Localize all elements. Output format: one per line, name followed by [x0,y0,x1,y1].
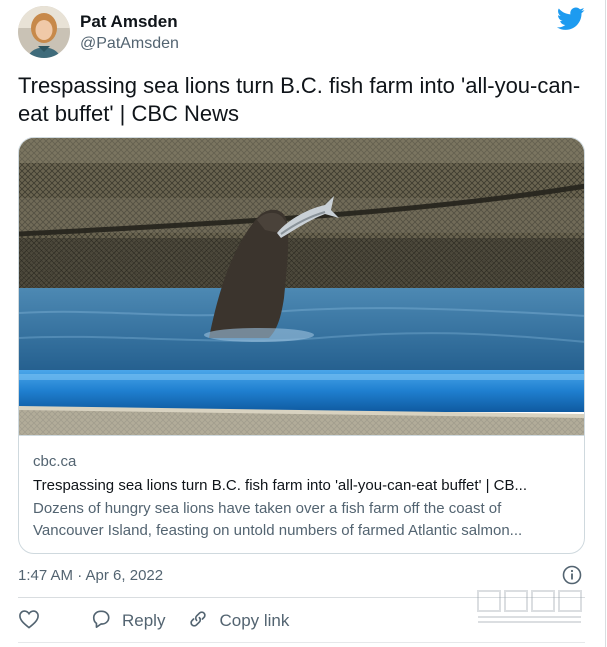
action-bar: Reply Copy link [18,608,311,634]
tweet-card: Pat Amsden @PatAmsden Trespassing sea li… [0,0,606,647]
tweet-text: Trespassing sea lions turn B.C. fish far… [18,73,581,126]
avatar[interactable] [18,6,70,58]
copy-link-label: Copy link [219,611,290,630]
like-button[interactable] [18,609,40,634]
speech-bubble-icon [90,609,122,634]
author-handle[interactable]: @PatAmsden [80,35,179,53]
link-domain: cbc.ca [33,453,77,470]
link-preview-meta[interactable]: cbc.ca Trespassing sea lions turn B.C. f… [19,435,584,553]
reply-label: Reply [122,611,166,630]
link-preview-card[interactable]: cbc.ca Trespassing sea lions turn B.C. f… [18,137,585,554]
author-name[interactable]: Pat Amsden [80,12,178,32]
heart-icon [18,609,40,634]
link-icon [187,608,219,635]
copy-link-button[interactable]: Copy link [187,608,289,635]
bottom-divider [18,642,585,643]
tweet-timestamp[interactable]: 1:47 AM · Apr 6, 2022 [18,567,163,584]
watermark-logo [474,587,584,627]
info-icon[interactable] [562,565,582,585]
link-title: Trespassing sea lions turn B.C. fish far… [33,477,528,494]
link-description: Dozens of hungry sea lions have taken ov… [33,500,523,539]
link-preview-image[interactable] [19,138,584,435]
reply-button[interactable]: Reply [90,609,165,634]
twitter-bird-icon[interactable] [556,7,585,31]
